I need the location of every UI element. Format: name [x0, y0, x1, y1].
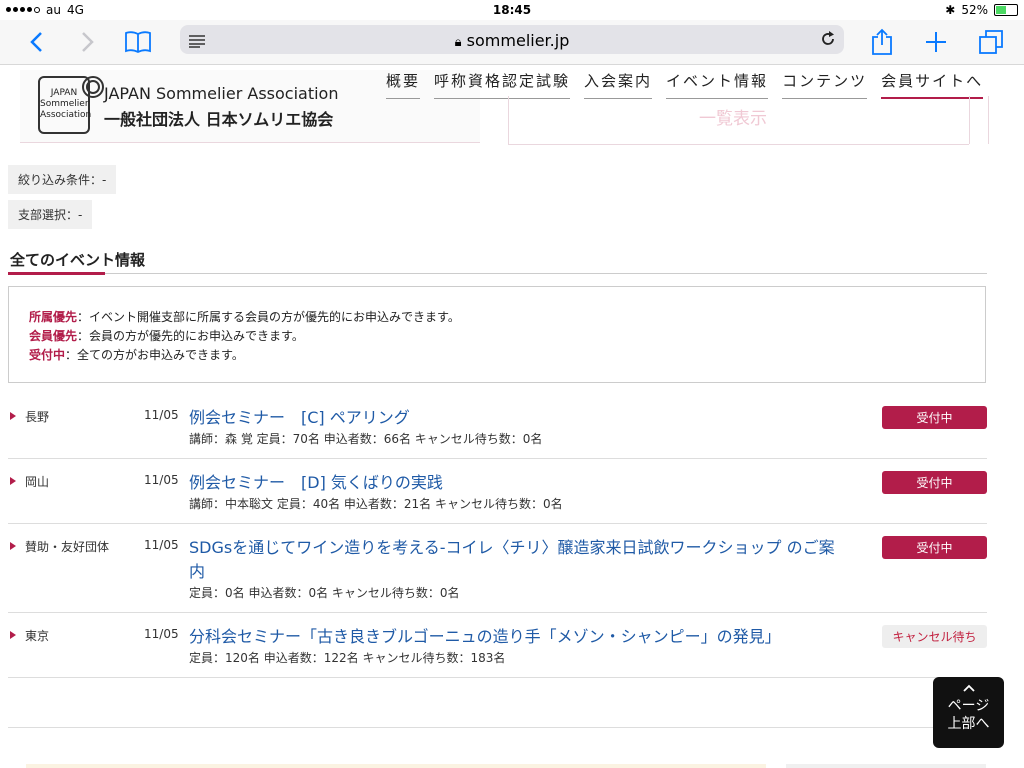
address-bar[interactable]: 🔒︎ sommelier.jp — [180, 25, 844, 54]
nav-item-membership[interactable]: 入会案内 — [584, 70, 653, 99]
event-row: 岡山 11/05 例会セミナー [D] 気くばりの実践 講師：中本聡文 定員：4… — [8, 469, 987, 524]
status-button-waitlist[interactable]: キャンセル待ち — [882, 625, 987, 648]
battery-icon — [994, 4, 1018, 16]
url: sommelier.jp — [466, 31, 570, 50]
view-tab: 一覧表示 — [508, 96, 989, 145]
event-row: 長野 11/05 例会セミナー [C] ペアリング 講師：森 覚 定員：70名 … — [8, 404, 987, 459]
event-date: 11/05 — [144, 627, 179, 641]
nav-item-overview[interactable]: 概要 — [386, 70, 421, 99]
reload-icon[interactable] — [820, 31, 836, 51]
footer-band — [26, 764, 766, 768]
lock-icon: 🔒︎ — [454, 35, 462, 50]
status-button-open[interactable]: 受付中 — [882, 406, 987, 429]
logo-japanese: 一般社団法人 日本ソムリエ協会 — [104, 110, 334, 129]
event-region: 東京 — [25, 629, 50, 643]
triangle-bullet-icon — [10, 631, 16, 639]
legend-desc: ：イベント開催支部に所属する会員の方が優先的にお申込みできます。 — [77, 310, 460, 324]
legend-desc: ：会員の方が優先的にお申込みできます。 — [77, 329, 304, 343]
legend-key: 受付中 — [29, 348, 66, 362]
legend-key: 会員優先 — [29, 329, 78, 343]
event-title-link[interactable]: SDGsを通じてワイン造りを考える-コイレ〈チリ〉醸造家来日試飲ワークショップ … — [189, 536, 839, 584]
logo-ring-inner-icon — [86, 80, 100, 94]
logo-badge-line: JAPAN — [50, 88, 78, 98]
footer-band-right — [786, 764, 986, 768]
plus-icon[interactable] — [920, 26, 952, 58]
filter-condition[interactable]: 絞り込み条件：- — [8, 165, 117, 194]
event-meta: 定員：0名 申込者数：0名 キャンセル待ち数：0名 — [189, 586, 460, 600]
chevron-right-icon[interactable] — [72, 26, 104, 58]
filter-branch[interactable]: 支部選択：- — [8, 200, 93, 229]
event-title-link[interactable]: 例会セミナー [D] 気くばりの実践 — [189, 471, 839, 495]
logo-badge-line: Sommelier — [40, 99, 89, 109]
section-header: 全てのイベント情報 — [8, 249, 987, 275]
legend-row: 所属優先：イベント開催支部に所属する会員の方が優先的にお申込みできます。 — [29, 308, 460, 325]
back-to-top-label: 上部へ — [947, 716, 990, 732]
tab-edge — [969, 96, 989, 144]
event-region: 賛助・友好団体 — [25, 540, 110, 554]
event-title-link[interactable]: 分科会セミナー「古き良きブルゴーニュの造り手「メゾン・シャンピー」の発見」 — [189, 625, 839, 649]
status-button-open[interactable]: 受付中 — [882, 536, 987, 559]
event-meta: 講師：森 覚 定員：70名 申込者数：66名 キャンセル待ち数：0名 — [189, 432, 543, 446]
event-region: 長野 — [25, 410, 50, 424]
nav-item-contents[interactable]: コンテンツ — [782, 70, 868, 99]
browser-toolbar: 🔒︎ sommelier.jp — [0, 20, 1024, 65]
event-row: 東京 11/05 分科会セミナー「古き良きブルゴーニュの造り手「メゾン・シャンピ… — [8, 623, 987, 678]
event-region: 岡山 — [25, 475, 50, 489]
chevron-left-icon[interactable] — [20, 26, 52, 58]
logo-badge-line: Association — [40, 110, 92, 120]
event-meta: 定員：120名 申込者数：122名 キャンセル待ち数：183名 — [189, 651, 506, 665]
tabs-icon[interactable] — [975, 26, 1007, 58]
triangle-bullet-icon — [10, 477, 16, 485]
legend-key: 所属優先 — [29, 310, 78, 324]
section-title: 全てのイベント情報 — [10, 251, 146, 269]
event-meta: 講師：中本聡文 定員：40名 申込者数：21名 キャンセル待ち数：0名 — [189, 497, 563, 511]
logo-english: JAPAN Sommelier Association — [104, 84, 339, 103]
legend-row: 受付中：全ての方がお申込みできます。 — [29, 346, 244, 363]
divider — [8, 727, 987, 728]
event-row: 賛助・友好団体 11/05 SDGsを通じてワイン造りを考える-コイレ〈チリ〉醸… — [8, 534, 987, 613]
back-to-top-button[interactable]: ページ 上部へ — [933, 677, 1004, 748]
triangle-bullet-icon — [10, 412, 16, 420]
battery-percent: 52% — [961, 3, 988, 17]
clock: 18:45 — [492, 3, 532, 17]
status-button-open[interactable]: 受付中 — [882, 471, 987, 494]
share-icon[interactable] — [866, 26, 898, 58]
url-text: 🔒︎ sommelier.jp — [180, 31, 844, 50]
event-title-link[interactable]: 例会セミナー [C] ペアリング — [189, 406, 839, 430]
back-to-top-label: ページ — [947, 698, 990, 714]
event-date: 11/05 — [144, 473, 179, 487]
bluetooth-icon: ✱ — [945, 3, 956, 17]
nav-item-member-site[interactable]: 会員サイトへ — [881, 70, 984, 99]
tab-list-view[interactable]: 一覧表示 — [699, 104, 767, 129]
status-legend: 所属優先：イベント開催支部に所属する会員の方が優先的にお申込みできます。 会員優… — [8, 286, 986, 383]
section-title-underline — [8, 272, 105, 275]
event-date: 11/05 — [144, 538, 179, 552]
book-icon[interactable] — [122, 26, 154, 58]
triangle-bullet-icon — [10, 542, 16, 550]
event-date: 11/05 — [144, 408, 179, 422]
main-nav: 概要 呼称資格認定試験 入会案内 イベント情報 コンテンツ 会員サイトへ — [386, 70, 984, 99]
status-bar: au 4G 18:45 ✱ 52% — [0, 0, 1024, 20]
nav-item-events[interactable]: イベント情報 — [666, 70, 769, 99]
legend-desc: ：全ての方がお申込みできます。 — [65, 348, 244, 362]
nav-item-exam[interactable]: 呼称資格認定試験 — [434, 70, 571, 99]
legend-row: 会員優先：会員の方が優先的にお申込みできます。 — [29, 327, 304, 344]
chevron-up-icon — [933, 679, 1004, 697]
